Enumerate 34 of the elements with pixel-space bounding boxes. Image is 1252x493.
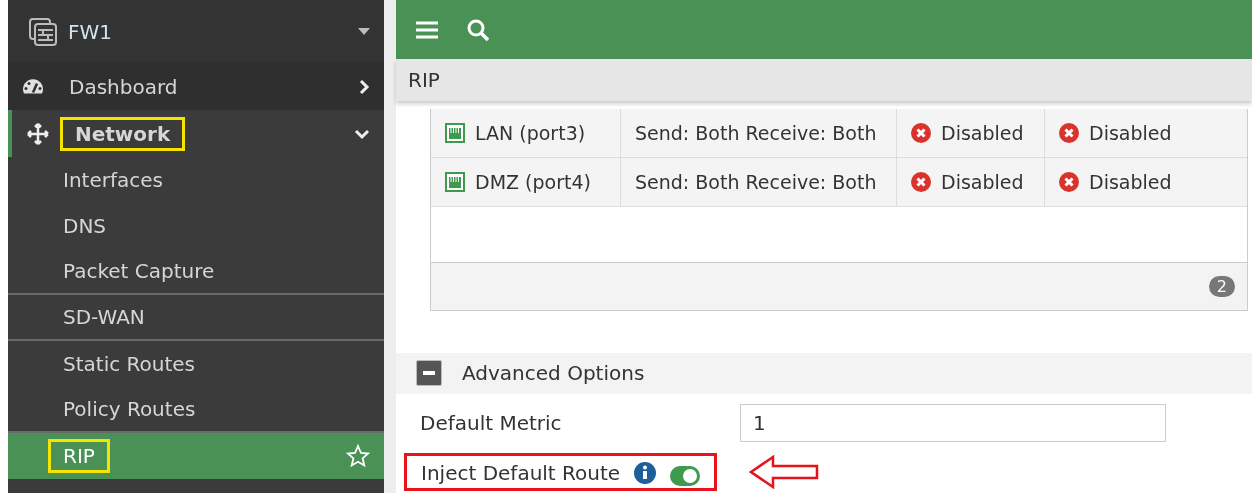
row-count: 2: [1208, 275, 1235, 297]
port-icon: [445, 122, 465, 143]
table-cell: Send: Both Receive: Both: [621, 157, 897, 206]
info-icon[interactable]: [634, 462, 657, 485]
close-icon: [911, 171, 931, 192]
sidebar-item[interactable]: Dashboard: [8, 63, 384, 110]
gauge-icon: [22, 78, 44, 95]
table-cell: DMZ (port4): [431, 157, 621, 206]
menu-icon[interactable]: [416, 19, 438, 40]
table-cell: Disabled: [897, 157, 1045, 206]
close-icon: [911, 122, 931, 143]
port-icon: [445, 171, 465, 192]
device-icon: [28, 16, 58, 47]
star-icon[interactable]: [346, 444, 370, 468]
minus-icon[interactable]: [416, 360, 442, 387]
dropdown-caret-icon[interactable]: [358, 27, 370, 36]
sidebar-item[interactable]: RIP: [8, 433, 384, 479]
table-cell: Send: Both Receive: Both: [621, 108, 897, 157]
table-cell: Disabled: [897, 108, 1045, 157]
arrow-icon: [749, 455, 820, 490]
toggle-switch[interactable]: [670, 466, 701, 487]
table-cell: LAN (port3): [431, 108, 621, 157]
section-header[interactable]: Advanced Options: [396, 352, 1252, 395]
search-icon[interactable]: [466, 17, 490, 42]
close-icon: [1059, 122, 1079, 143]
field-label: Inject Default Route: [421, 461, 621, 486]
page-title: RIP: [396, 59, 1252, 101]
device-name: FW1: [68, 19, 113, 44]
input-field[interactable]: 1: [740, 403, 1166, 442]
table-cell: Disabled: [1045, 157, 1247, 206]
table-cell: Disabled: [1045, 108, 1247, 157]
field-label: Default Metric: [420, 410, 563, 435]
close-icon: [1059, 171, 1079, 192]
move-icon: [26, 121, 50, 146]
